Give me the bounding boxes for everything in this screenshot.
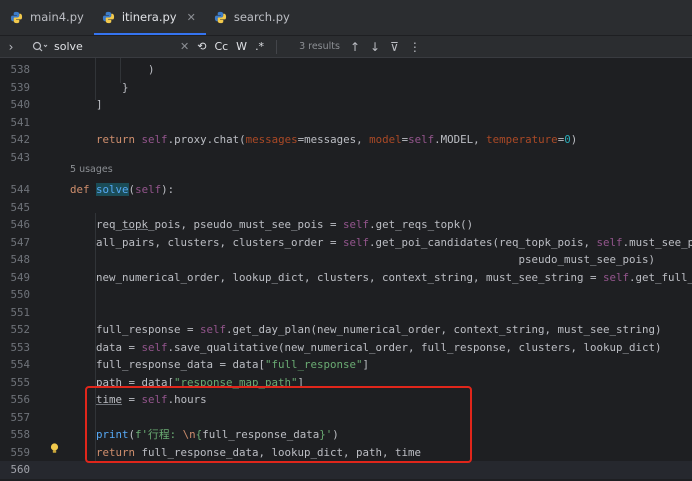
results-count: 3 results bbox=[299, 41, 340, 52]
search-icon bbox=[32, 41, 48, 51]
more-icon[interactable]: ⋮ bbox=[409, 40, 421, 54]
code-line: 547 all_pairs, clusters, clusters_order … bbox=[10, 235, 692, 249]
code-line-current: 560 bbox=[0, 461, 692, 479]
code-line: 543 bbox=[10, 150, 30, 164]
tab-label: itinera.py bbox=[121, 10, 177, 24]
filter-icon[interactable]: ⊽ bbox=[390, 40, 399, 54]
find-bar: › ✕ ⟲ Cc W .* 3 results ↑ ↓ ⊽ ⋮ bbox=[0, 36, 692, 58]
python-file-icon bbox=[214, 11, 226, 23]
editor-tab-bar: main4.py itinera.py ✕ search.py bbox=[0, 0, 692, 36]
lightbulb-icon[interactable] bbox=[50, 443, 59, 454]
python-file-icon bbox=[10, 11, 23, 23]
whole-word-button[interactable]: W bbox=[236, 40, 247, 53]
annotation-highlight-box bbox=[85, 386, 472, 463]
code-line: 551 bbox=[10, 305, 30, 319]
code-line: 552 full_response = self.get_day_plan(ne… bbox=[10, 323, 662, 336]
tab-main4[interactable]: main4.py bbox=[0, 0, 94, 35]
search-input[interactable] bbox=[54, 40, 174, 53]
code-line: 554 full_response_data = data["full_resp… bbox=[10, 358, 370, 371]
chevron-right-icon[interactable]: › bbox=[0, 40, 22, 54]
code-line: 540 ] bbox=[10, 98, 103, 111]
tab-label: main4.py bbox=[30, 10, 84, 24]
code-line: 548 pseudo_must_see_pois) bbox=[10, 253, 656, 266]
code-line: 546 req_topk_pois, pseudo_must_see_pois … bbox=[10, 218, 474, 231]
tab-label: search.py bbox=[233, 10, 290, 24]
code-line: 550 bbox=[10, 288, 30, 301]
replace-icon[interactable]: ⟲ bbox=[197, 40, 206, 53]
divider bbox=[276, 39, 278, 54]
code-line: 549 new_numerical_order, lookup_dict, cl… bbox=[10, 270, 692, 284]
code-line: 539 } bbox=[10, 80, 129, 94]
code-line: 541 bbox=[10, 115, 30, 129]
regex-button[interactable]: .* bbox=[255, 40, 264, 53]
arrow-down-icon[interactable]: ↓ bbox=[370, 40, 380, 54]
code-line: 544 def solve(self): bbox=[10, 183, 175, 196]
close-icon[interactable]: ✕ bbox=[187, 11, 196, 24]
tab-itinera[interactable]: itinera.py ✕ bbox=[93, 0, 206, 35]
search-field[interactable] bbox=[32, 40, 174, 53]
code-line: 553 data = self.save_qualitative(new_num… bbox=[10, 340, 662, 354]
match-case-button[interactable]: Cc bbox=[214, 40, 228, 53]
code-line: 538 ) bbox=[10, 63, 155, 76]
clear-search-icon[interactable]: ✕ bbox=[180, 40, 189, 53]
code-line: 542 return self.proxy.chat(messages=mess… bbox=[10, 133, 578, 146]
tab-search[interactable]: search.py bbox=[206, 0, 300, 35]
python-file-icon bbox=[102, 11, 114, 23]
code-line: 545 bbox=[10, 200, 30, 214]
arrow-up-icon[interactable]: ↑ bbox=[350, 40, 360, 54]
